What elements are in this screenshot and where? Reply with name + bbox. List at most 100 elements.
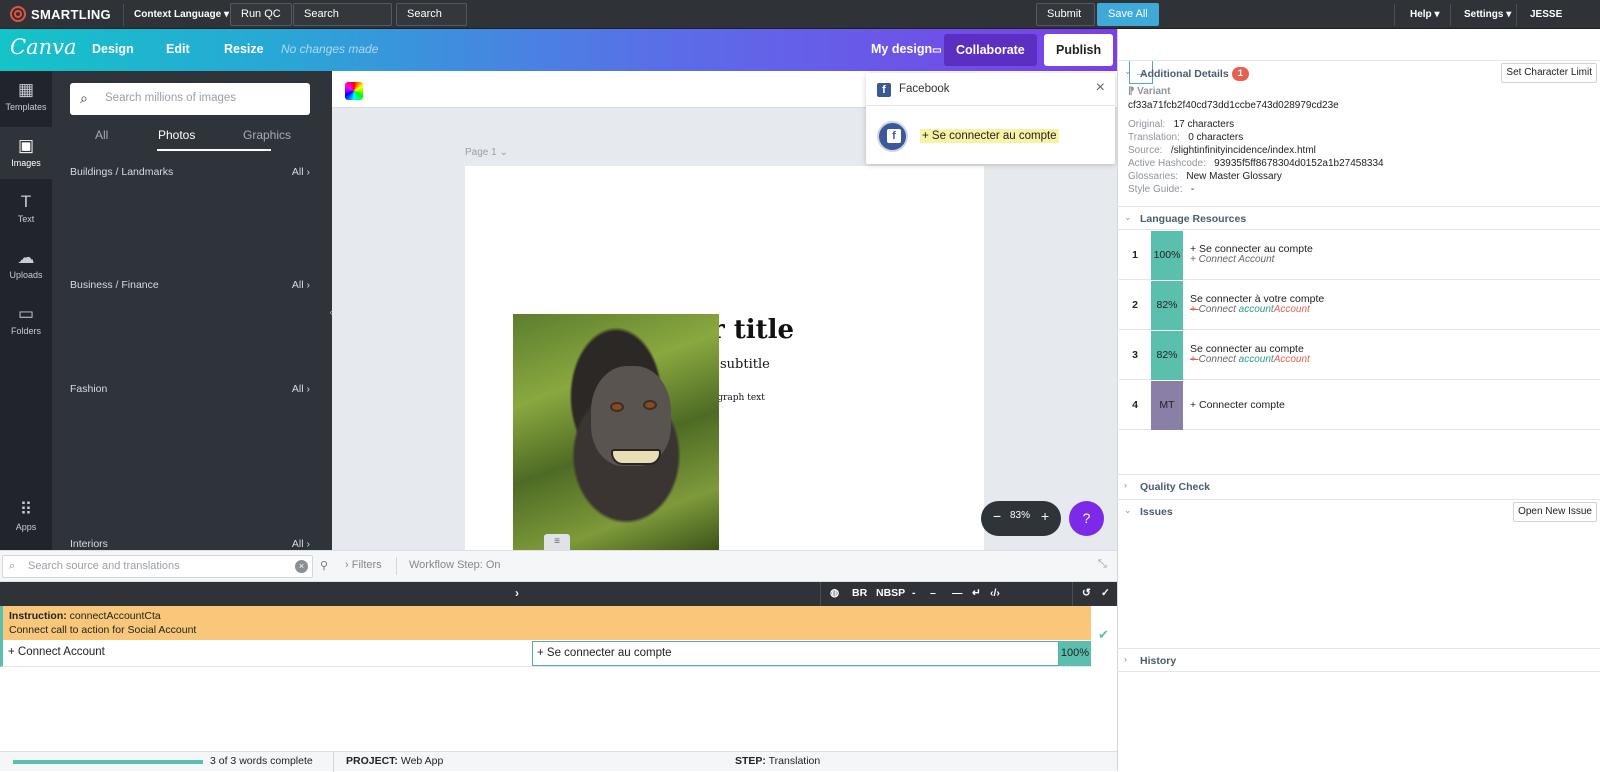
resource-row[interactable]: 3 82% Se connecter au compte + Connect a… xyxy=(1119,331,1600,380)
insert-br-button[interactable]: BR xyxy=(852,587,867,599)
zoom-in-button[interactable]: + xyxy=(1041,508,1049,524)
uploads-icon: ☁ xyxy=(17,248,35,267)
resource-number: 4 xyxy=(1132,399,1138,411)
insert-endash-button[interactable]: – xyxy=(930,587,936,599)
see-all-link[interactable]: All › xyxy=(292,383,310,395)
design-subtitle[interactable]: subtitle xyxy=(720,357,770,372)
changed-text: Account xyxy=(1273,304,1310,315)
color-picker-icon[interactable] xyxy=(345,82,363,100)
detail-value: /slightinfinityincidence/index.html xyxy=(1170,145,1316,156)
tab-all[interactable]: All xyxy=(95,128,108,142)
category-fashion[interactable]: Fashion All › xyxy=(70,383,310,395)
save-status: No changes made xyxy=(281,42,379,56)
editor-search-bar: ⌕ Search source and translations × ⚲ › F… xyxy=(0,550,1117,582)
search-glossary-button[interactable]: Search Glossary xyxy=(293,3,392,41)
page-label[interactable]: Page 1 ⌄ xyxy=(465,147,508,158)
zoom-out-button[interactable]: − xyxy=(993,508,1001,524)
user-menu[interactable]: JESSE WALKER xyxy=(1530,4,1600,42)
instruction-line: Instruction: connectAccountCta xyxy=(9,610,161,622)
match-percent: 100% xyxy=(1059,641,1091,666)
see-all-link[interactable]: All › xyxy=(292,538,310,550)
instruction-label: Instruction: xyxy=(9,610,67,622)
same-text: Connect xyxy=(1198,304,1239,315)
language-resources-header[interactable]: ⌄ Language Resources xyxy=(1117,206,1600,230)
my-design-link[interactable]: My design▭ xyxy=(871,42,942,56)
code-icon[interactable]: ‹/› xyxy=(990,587,1000,599)
category-label: Interiors xyxy=(70,538,108,550)
help-menu[interactable]: Help ▾ xyxy=(1410,4,1439,26)
see-all-link[interactable]: All › xyxy=(292,166,310,178)
category-buildings[interactable]: Buildings / Landmarks All › xyxy=(70,166,310,178)
popup-header: f Facebook × xyxy=(866,73,1115,106)
rail-uploads[interactable]: ☁ Uploads xyxy=(0,239,52,291)
search-icon: ⌕ xyxy=(9,560,16,572)
design-paragraph[interactable]: agraph text xyxy=(712,393,765,403)
expand-icon[interactable]: ⤡ xyxy=(1098,558,1107,571)
rail-label: Text xyxy=(17,214,35,224)
image-search-input[interactable]: ⌕ Search millions of images xyxy=(70,83,310,115)
monkey-photo[interactable] xyxy=(513,314,719,550)
clear-icon[interactable]: × xyxy=(295,560,308,573)
line-break-icon[interactable]: ↵ xyxy=(972,587,981,599)
settings-menu[interactable]: Settings ▾ xyxy=(1464,4,1511,26)
collaborate-button[interactable]: Collaborate xyxy=(944,34,1037,66)
workflow-step-filter[interactable]: Workflow Step: On xyxy=(409,559,501,571)
see-all-link[interactable]: All › xyxy=(292,279,310,291)
facebook-connect-icon[interactable]: f xyxy=(877,121,908,152)
set-character-limit-button[interactable]: Set Character Limit xyxy=(1501,63,1597,83)
monkey-eye xyxy=(643,400,657,410)
rail-text[interactable]: T Text xyxy=(0,183,52,235)
menu-design[interactable]: Design xyxy=(92,42,134,56)
history-header[interactable]: › History xyxy=(1117,648,1600,672)
close-icon[interactable]: × xyxy=(1096,79,1105,97)
inserted-text: account xyxy=(1238,304,1274,315)
confirm-icon[interactable]: ✓ xyxy=(1101,587,1110,599)
submit-button[interactable]: Submit xyxy=(1036,3,1095,26)
tab-graphics[interactable]: Graphics xyxy=(243,128,291,142)
rail-templates[interactable]: ▦ Templates xyxy=(0,71,52,123)
variant-label-text: Variant xyxy=(1137,86,1171,97)
context-language-dropdown[interactable]: Context Language ▾ xyxy=(134,4,229,26)
section-title: Language Resources xyxy=(1140,213,1247,225)
rail-apps[interactable]: ⠿ Apps xyxy=(0,491,52,543)
publish-button[interactable]: Publish xyxy=(1044,34,1114,66)
drag-handle-icon[interactable]: ≡ xyxy=(544,534,570,550)
canva-logo[interactable]: Canva xyxy=(10,35,77,59)
additional-details-header[interactable]: ⌄ Additional Details 1 Set Character Limi… xyxy=(1117,60,1600,84)
target-text: + Se connecter au compte xyxy=(537,647,672,659)
issues-header[interactable]: ⌄ Issues Open New Issue xyxy=(1117,499,1600,523)
quality-check-header[interactable]: › Quality Check xyxy=(1117,474,1600,498)
language-icon[interactable]: ◍ xyxy=(830,587,839,599)
rail-label: Folders xyxy=(10,326,41,336)
next-segment-icon[interactable]: › xyxy=(515,586,519,600)
design-title[interactable]: r title xyxy=(711,315,794,345)
help-button[interactable]: ? xyxy=(1069,501,1104,536)
menu-edit[interactable]: Edit xyxy=(166,42,190,56)
tab-photos[interactable]: Photos xyxy=(158,128,195,142)
resource-row[interactable]: 4 MT + Connecter compte xyxy=(1119,381,1600,430)
rail-folders[interactable]: ▭ Folders xyxy=(0,295,52,347)
rail-images[interactable]: ▣ Images xyxy=(0,127,52,179)
insert-hyphen-button[interactable]: - xyxy=(912,587,916,599)
save-all-button[interactable]: Save All xyxy=(1097,3,1159,26)
category-interiors[interactable]: Interiors All › xyxy=(70,538,310,550)
run-qc-button[interactable]: Run QC xyxy=(230,3,292,26)
insert-emdash-button[interactable]: — xyxy=(952,587,963,599)
resource-row[interactable]: 2 82% Se connecter à votre compte + Conn… xyxy=(1119,281,1600,330)
source-search-input[interactable]: ⌕ Search source and translations × xyxy=(2,555,313,578)
connect-account-text[interactable]: + Se connecter au compte xyxy=(920,129,1059,143)
menu-resize[interactable]: Resize xyxy=(224,42,264,56)
target-input[interactable]: + Se connecter au compte xyxy=(532,641,1059,666)
search-tm-button[interactable]: Search TM xyxy=(396,3,467,41)
category-business[interactable]: Business / Finance All › xyxy=(70,279,310,291)
resource-row[interactable]: 1 100% + Se connecter au compte + Connec… xyxy=(1119,231,1600,280)
open-new-issue-button[interactable]: Open New Issue xyxy=(1513,502,1597,522)
status-bar: 3 of 3 words complete PROJECT: Web App S… xyxy=(0,751,1117,772)
advanced-search-icon[interactable]: ⚲ xyxy=(320,559,328,572)
resource-number: 1 xyxy=(1132,249,1138,261)
resource-number: 2 xyxy=(1132,299,1138,311)
revert-icon[interactable]: ↺ xyxy=(1082,587,1091,599)
insert-nbsp-button[interactable]: NBSP xyxy=(876,587,905,599)
filters-toggle[interactable]: › Filters xyxy=(345,559,382,571)
confirmed-check-icon: ✔ xyxy=(1098,627,1109,642)
